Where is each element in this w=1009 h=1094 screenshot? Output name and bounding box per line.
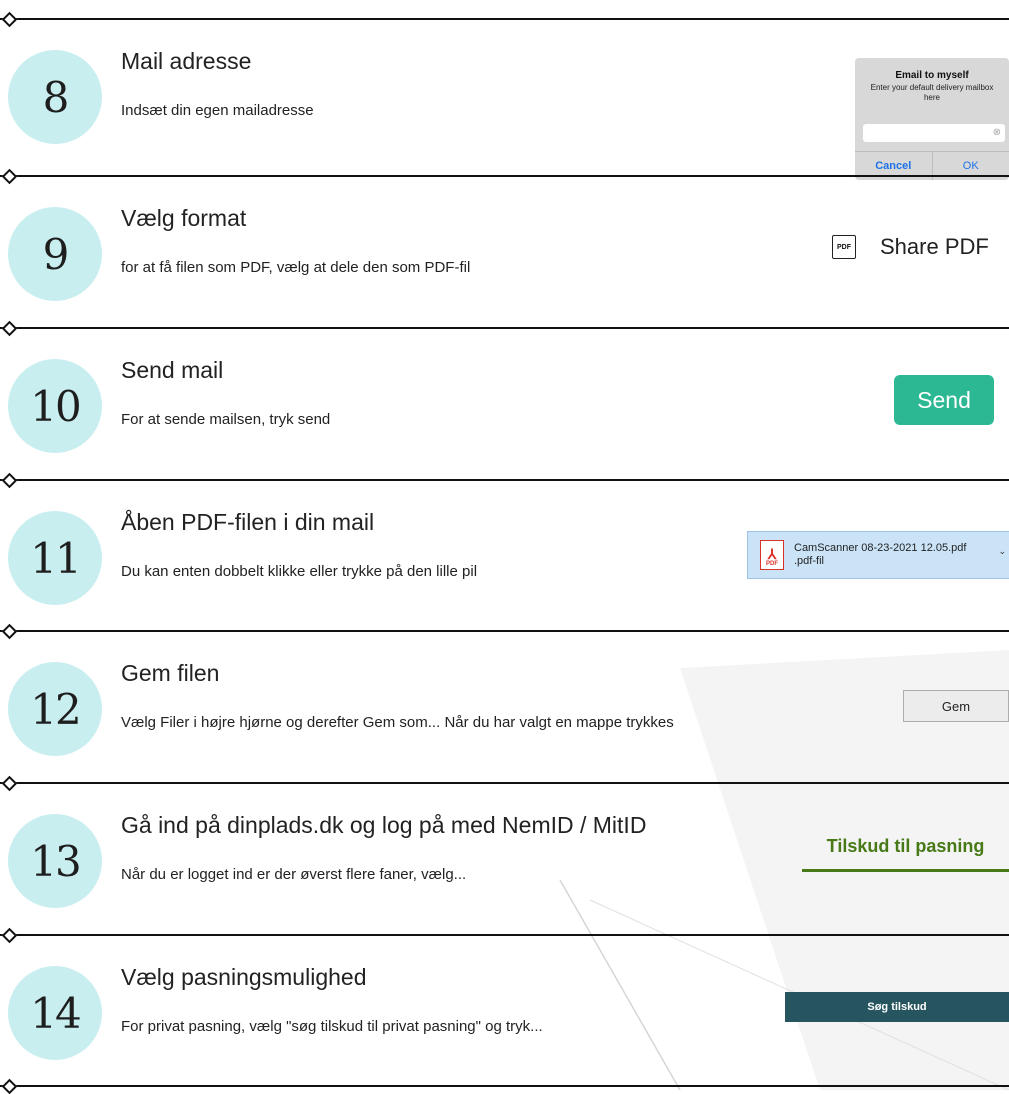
send-button[interactable]: Send: [894, 375, 994, 425]
attachment-text: CamScanner 08-23-2021 12.05.pdf .pdf-fil: [794, 542, 966, 568]
sog-tilskud-button[interactable]: Søg tilskud: [785, 992, 1009, 1022]
attachment-filetype: .pdf-fil: [794, 555, 966, 568]
divider: [0, 1085, 1009, 1087]
pdf-file-icon: PDF: [832, 235, 856, 259]
step-11: 11 Åben PDF-filen i din mail Du kan ente…: [0, 481, 1009, 631]
step-8: 8 Mail adresse Indsæt din egen mailadres…: [0, 20, 1009, 170]
step-number-circle: 12: [8, 662, 102, 756]
step-title: Åben PDF-filen i din mail: [121, 509, 374, 536]
dialog-subtitle: Enter your default delivery mailbox here: [855, 83, 1009, 103]
step-description: Vælg Filer i højre hjørne og derefter Ge…: [121, 714, 674, 731]
divider: [0, 479, 1009, 481]
email-input[interactable]: ⊗: [863, 124, 1005, 142]
divider: [0, 175, 1009, 177]
attachment-filename: CamScanner 08-23-2021 12.05.pdf: [794, 542, 966, 555]
tilskud-til-pasning-tab[interactable]: Tilskud til pasning: [802, 836, 1009, 872]
share-pdf-label: Share PDF: [880, 234, 989, 260]
chevron-down-icon[interactable]: ⌄: [998, 546, 1006, 557]
step-description: For at sende mailsen, tryk send: [121, 411, 330, 428]
share-pdf-option[interactable]: PDF Share PDF: [832, 234, 989, 260]
step-13: 13 Gå ind på dinplads.dk og log på med N…: [0, 784, 1009, 934]
step-14: 14 Vælg pasningsmulighed For privat pasn…: [0, 936, 1009, 1086]
divider: [0, 630, 1009, 632]
step-9: 9 Vælg format for at få filen som PDF, v…: [0, 177, 1009, 327]
step-12: 12 Gem filen Vælg Filer i højre hjørne o…: [0, 632, 1009, 782]
divider: [0, 18, 1009, 20]
pdf-icon: ⅄ PDF: [760, 540, 784, 570]
step-title: Mail adresse: [121, 48, 251, 75]
divider: [0, 327, 1009, 329]
gem-button[interactable]: Gem: [903, 690, 1009, 722]
step-number-circle: 13: [8, 814, 102, 908]
step-10: 10 Send mail For at sende mailsen, tryk …: [0, 329, 1009, 479]
step-description: Du kan enten dobbelt klikke eller trykke…: [121, 563, 477, 580]
step-number-circle: 9: [8, 207, 102, 301]
clear-icon[interactable]: ⊗: [993, 127, 1001, 138]
dialog-title: Email to myself: [855, 70, 1009, 81]
step-title: Gå ind på dinplads.dk og log på med NemI…: [121, 812, 646, 839]
tab-label: Tilskud til pasning: [802, 836, 1009, 857]
step-title: Gem filen: [121, 660, 219, 687]
step-title: Vælg pasningsmulighed: [121, 964, 367, 991]
step-number-circle: 8: [8, 50, 102, 144]
divider: [0, 782, 1009, 784]
step-title: Vælg format: [121, 205, 246, 232]
step-description: For privat pasning, vælg "søg tilskud ti…: [121, 1018, 543, 1035]
step-number-circle: 14: [8, 966, 102, 1060]
step-number-circle: 10: [8, 359, 102, 453]
step-description: for at få filen som PDF, vælg at dele de…: [121, 259, 470, 276]
step-description: Når du er logget ind er der øverst flere…: [121, 866, 466, 883]
tab-underline: [802, 869, 1009, 872]
email-to-myself-dialog: Email to myself Enter your default deliv…: [855, 58, 1009, 180]
step-number-circle: 11: [8, 511, 102, 605]
divider: [0, 934, 1009, 936]
step-title: Send mail: [121, 357, 223, 384]
step-description: Indsæt din egen mailadresse: [121, 102, 314, 119]
pdf-attachment[interactable]: ⅄ PDF CamScanner 08-23-2021 12.05.pdf .p…: [747, 531, 1009, 579]
